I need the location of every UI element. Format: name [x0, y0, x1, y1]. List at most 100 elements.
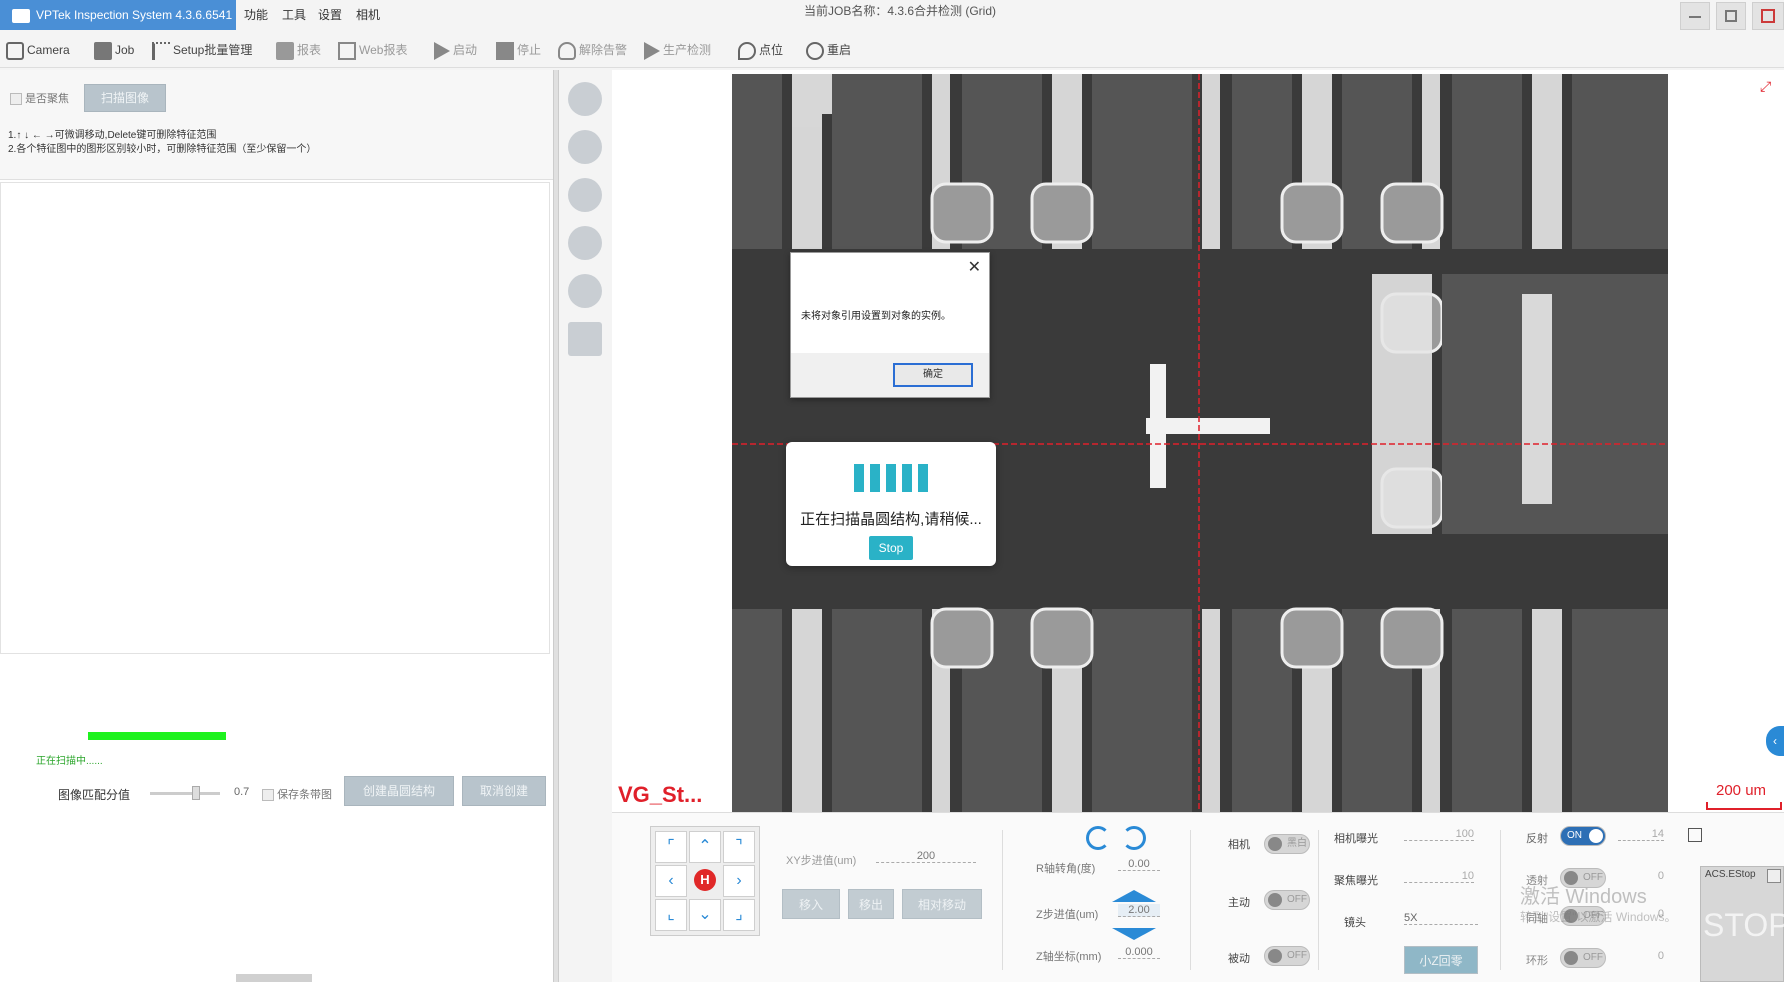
scan-image-button[interactable]: 扫描图像	[84, 84, 166, 112]
estop-checkbox[interactable]	[1767, 869, 1781, 883]
point-button[interactable]: 点位	[738, 32, 783, 68]
feature-canvas[interactable]	[0, 182, 550, 654]
ruler-tool-icon[interactable]	[568, 226, 602, 260]
home-button[interactable]: H	[689, 865, 721, 897]
start-button[interactable]: 启动	[434, 32, 477, 68]
move-in-button[interactable]: 移入	[782, 889, 840, 919]
location-pin-icon	[738, 41, 756, 60]
passive-label: 被动	[1228, 953, 1250, 965]
camera-button[interactable]: Camera	[6, 32, 70, 68]
camera-exposure-input[interactable]: 100	[1404, 828, 1474, 841]
loading-bars-icon	[854, 464, 928, 492]
autofocus-checkbox[interactable]	[10, 93, 22, 106]
move-left-button[interactable]: ‹	[655, 865, 687, 897]
stop-scan-button[interactable]: Stop	[869, 536, 913, 560]
checklist-icon	[152, 41, 170, 60]
scan-status-panel: 正在扫描中...... 图像匹配分值 0.7 保存条带图 创建晶圆结构 取消创建	[0, 656, 556, 982]
report-button[interactable]: 报表	[276, 32, 321, 68]
save-strip-option[interactable]: 保存条带图	[262, 786, 332, 802]
divider	[1002, 830, 1003, 970]
web-report-button[interactable]: Web报表	[338, 32, 407, 68]
left-settings: 是否聚焦 扫描图像 1.↑ ↓ ← →可微调移动,Delete键可删除特征范围 …	[0, 70, 556, 180]
passive-toggle[interactable]: OFF	[1264, 946, 1310, 966]
clear-alarm-button[interactable]: 解除告警	[558, 32, 627, 68]
job-name-overlay: VG_St...	[618, 782, 703, 807]
save-strip-checkbox[interactable]	[262, 789, 274, 802]
reflect-checkbox[interactable]	[1688, 828, 1702, 842]
emergency-stop-panel[interactable]: ACS.EStop STOP	[1700, 866, 1784, 982]
minimize-button[interactable]	[1680, 2, 1710, 30]
move-down-right-button[interactable]: ⌟	[723, 899, 755, 931]
toggle-knob	[1268, 893, 1282, 907]
reflect-toggle[interactable]: ON	[1560, 826, 1606, 846]
scale-label: 200 um	[1716, 782, 1767, 799]
toolbar: Camera Job Setup批量管理 报表 Web报表 启动 停止 解除告警…	[0, 32, 1784, 68]
expand-icon[interactable]: ⤢	[1760, 78, 1771, 95]
error-dialog-footer: 确定	[791, 353, 989, 397]
ring-toggle[interactable]: OFF	[1560, 948, 1606, 968]
wafer-map-icon[interactable]	[568, 178, 602, 212]
reflect-value[interactable]: 14	[1618, 828, 1664, 841]
z-coord-label: Z轴坐标(mm)	[1036, 951, 1102, 963]
toggle-knob	[1564, 951, 1578, 965]
production-inspect-button[interactable]: 生产检测	[644, 32, 711, 68]
z-coord-value: 0.000	[1118, 946, 1160, 959]
menu-camera[interactable]: 相机	[356, 0, 380, 30]
slider-thumb[interactable]	[192, 786, 200, 800]
rotate-ccw-icon[interactable]	[1086, 826, 1110, 850]
ring-state: OFF	[1583, 952, 1603, 963]
save-strip-label: 保存条带图	[277, 789, 333, 801]
close-icon[interactable]: ✕	[968, 257, 981, 277]
maximize-button[interactable]	[1716, 2, 1746, 30]
menu-settings[interactable]: 设置	[318, 0, 342, 30]
xy-step-input[interactable]: 200	[876, 850, 976, 863]
relative-move-button[interactable]: 相对移动	[902, 889, 982, 919]
move-down-button[interactable]: ⌄	[689, 899, 721, 931]
scan-progress-fill	[88, 732, 226, 740]
move-up-right-button[interactable]: ⌝	[723, 831, 755, 863]
close-window-button[interactable]	[1752, 2, 1784, 30]
image-frame-icon[interactable]	[568, 274, 602, 308]
grid-globe-icon[interactable]	[568, 130, 602, 164]
r-angle-input[interactable]: 0.00	[1118, 858, 1160, 871]
camera-mode-toggle[interactable]: 黑白	[1264, 834, 1310, 854]
reflect-state: ON	[1567, 830, 1582, 841]
move-up-button[interactable]: ⌃	[689, 831, 721, 863]
lens-select[interactable]: 5X	[1404, 912, 1478, 925]
focus-exposure-input[interactable]: 10	[1404, 870, 1474, 883]
ok-button[interactable]: 确定	[893, 363, 973, 387]
move-up-left-button[interactable]: ⌜	[655, 831, 687, 863]
scanning-message: 正在扫描晶圆结构,请稍候...	[800, 511, 982, 528]
small-z-home-button[interactable]: 小Z回零	[1404, 946, 1478, 974]
menu-function[interactable]: 功能	[244, 0, 268, 30]
minimize-icon	[1689, 16, 1701, 18]
job-button[interactable]: Job	[94, 32, 134, 68]
lens-label: 镜头	[1344, 917, 1366, 929]
move-out-button[interactable]: 移出	[848, 889, 894, 919]
move-down-left-button[interactable]: ⌞	[655, 899, 687, 931]
rotate-cw-icon[interactable]	[1122, 826, 1146, 850]
setup-batch-button[interactable]: Setup批量管理	[152, 32, 252, 68]
ring-value[interactable]: 0	[1618, 950, 1664, 962]
active-toggle[interactable]: OFF	[1264, 890, 1310, 910]
autofocus-label: 是否聚焦	[25, 93, 70, 105]
z-up-icon[interactable]	[1112, 890, 1156, 902]
autofocus-option[interactable]: 是否聚焦	[10, 90, 69, 106]
stop-toolbar-button[interactable]: 停止	[496, 32, 541, 68]
cancel-create-button[interactable]: 取消创建	[462, 776, 546, 806]
move-right-button[interactable]: ›	[723, 865, 755, 897]
toggle-knob	[1268, 837, 1282, 851]
match-score-slider[interactable]	[150, 786, 220, 800]
z-step-input[interactable]: 2.00	[1118, 904, 1160, 917]
instruction-2: 2.各个特征图中的图形区别较小时，可删除特征范围（至少保留一个）	[8, 144, 317, 155]
panel-splitter[interactable]	[553, 70, 559, 982]
horizontal-scroll[interactable]	[236, 974, 312, 982]
home-icon: H	[694, 869, 716, 891]
menu-tools[interactable]: 工具	[282, 0, 306, 30]
capture-camera-icon[interactable]	[568, 82, 602, 116]
create-wafer-structure-button[interactable]: 创建晶圆结构	[344, 776, 454, 806]
restart-button[interactable]: 重启	[806, 32, 851, 68]
checklist-tool-icon[interactable]	[568, 322, 602, 356]
instruction-1: 1.↑ ↓ ← →可微调移动,Delete键可删除特征范围	[8, 130, 217, 141]
z-down-icon[interactable]	[1112, 928, 1156, 940]
